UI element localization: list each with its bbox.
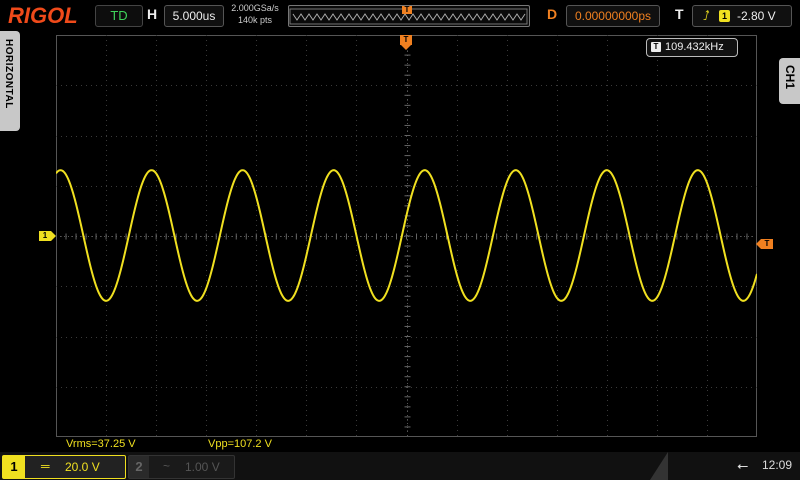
channel-2-number: 2 — [129, 456, 149, 478]
graticule — [56, 35, 757, 437]
channel-1-number: 1 — [3, 456, 25, 478]
run-status-button[interactable]: TD — [95, 5, 143, 27]
brand-logo: RIGOL — [8, 3, 78, 28]
ac-coupling-icon: ~ — [163, 459, 171, 473]
channel-1-scale: 20.0 V — [65, 460, 100, 474]
horizontal-menu-tab[interactable]: HORIZONTAL — [0, 31, 20, 131]
frequency-counter-icon: T — [651, 42, 661, 52]
measurement-vpp: Vpp=107.2 V — [208, 438, 272, 450]
ch1-menu-tab[interactable]: CH1 — [779, 58, 800, 104]
waveform-display[interactable] — [56, 35, 757, 437]
timebase-value[interactable]: 5.000us — [164, 5, 224, 27]
channel-2-setting[interactable]: 2 ~ 1.00 V — [128, 455, 235, 479]
status-bar-divider — [650, 452, 668, 480]
dc-coupling-icon: ═ — [41, 459, 50, 473]
delay-label: D — [547, 6, 558, 22]
frequency-counter: T 109.432kHz — [646, 38, 738, 57]
horizontal-tab-label: HORIZONTAL — [3, 39, 14, 109]
channel-2-scale: 1.00 V — [185, 460, 220, 474]
channel-1-setting[interactable]: 1 ═ 20.0 V — [2, 455, 126, 479]
memory-depth: 140k pts — [237, 15, 273, 25]
trigger-level-value: -2.80 V — [737, 9, 776, 23]
rising-edge-icon: ⭜ — [703, 8, 710, 23]
frequency-value: 109.432kHz — [665, 41, 724, 53]
trigger-label: T — [675, 6, 684, 22]
horizontal-label: H — [147, 6, 158, 22]
measurement-vrms: Vrms=37.25 V — [66, 438, 136, 450]
trigger-settings[interactable]: ⭜ 1 -2.80 V — [692, 5, 792, 27]
trigger-level-marker[interactable]: T — [756, 239, 773, 249]
trigger-source-badge: 1 — [719, 10, 730, 22]
ch1-tab-label: CH1 — [783, 65, 797, 90]
sample-rate: 2.000GSa/s — [231, 3, 279, 13]
delay-value[interactable]: 0.00000000ps — [566, 5, 660, 27]
trigger-position-marker[interactable]: T — [400, 35, 412, 50]
ch1-offset-marker[interactable]: 1 — [39, 231, 56, 241]
usb-icon: ⭠ — [737, 457, 749, 473]
system-clock: 12:09 — [762, 458, 793, 472]
memory-position-bar[interactable]: T — [288, 5, 530, 27]
sample-info: 2.000GSa/s 140k pts — [226, 2, 284, 26]
memory-preview-trace — [292, 13, 526, 21]
memory-trigger-marker: T — [402, 6, 412, 14]
